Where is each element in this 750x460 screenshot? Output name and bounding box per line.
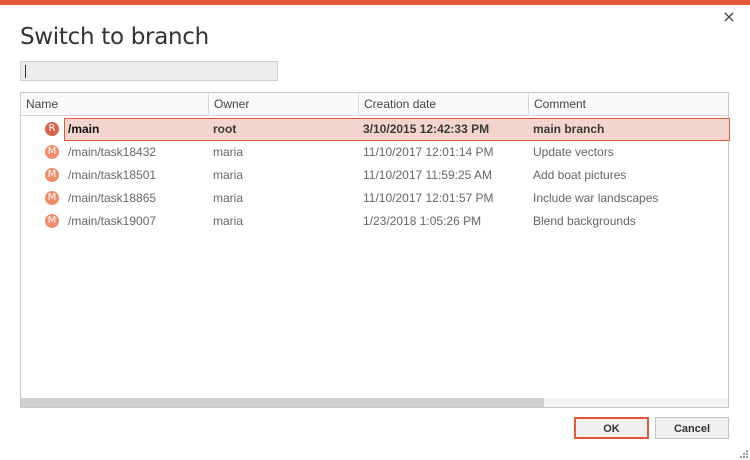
creation-date-cell: 1/23/2018 1:05:26 PM	[363, 214, 482, 228]
branch-name-cell: /main	[68, 122, 100, 136]
user-avatar-icon: M	[45, 145, 59, 159]
branch-name-cell: /main/task18501	[68, 168, 157, 182]
branch-table: Name Owner Creation date Comment R/main r…	[20, 92, 730, 408]
table-row[interactable]: M/main/task18432 maria 11/10/2017 12:01:14…	[21, 141, 728, 164]
column-header-creation-date[interactable]: Creation date	[359, 93, 529, 115]
text-caret	[25, 65, 26, 78]
table-row[interactable]: M/main/task18865 maria 11/10/2017 12:01:57…	[21, 187, 728, 210]
creation-date-cell: 11/10/2017 12:01:57 PM	[363, 191, 494, 205]
owner-cell: root	[213, 122, 237, 136]
column-header-owner[interactable]: Owner	[209, 93, 359, 115]
branch-name-cell: /main/task19007	[68, 214, 157, 228]
comment-cell: Update vectors	[533, 145, 614, 159]
cancel-button[interactable]: Cancel	[655, 417, 729, 439]
owner-cell: maria	[213, 214, 244, 228]
window-accent-bar	[0, 0, 750, 5]
creation-date-cell: 11/10/2017 12:01:14 PM	[363, 145, 494, 159]
user-avatar-icon: M	[45, 191, 59, 205]
horizontal-scrollbar-thumb[interactable]	[21, 398, 544, 407]
user-avatar-icon: R	[45, 122, 59, 136]
creation-date-cell: 3/10/2015 12:42:33 PM	[363, 122, 490, 136]
column-header-comment[interactable]: Comment	[529, 93, 728, 115]
branch-name-cell: /main/task18865	[68, 191, 157, 205]
ok-button[interactable]: OK	[574, 417, 649, 439]
owner-cell: maria	[213, 191, 244, 205]
table-row[interactable]: M/main/task18501 maria 11/10/2017 11:59:25…	[21, 164, 728, 187]
close-icon[interactable]: ×	[722, 9, 736, 25]
branch-search-input[interactable]	[20, 61, 278, 81]
column-header-name[interactable]: Name	[21, 93, 209, 115]
horizontal-scrollbar[interactable]	[21, 398, 728, 407]
resize-grip-icon[interactable]	[738, 448, 748, 458]
comment-cell: Add boat pictures	[533, 168, 627, 182]
user-avatar-icon: M	[45, 214, 59, 228]
comment-cell: Blend backgrounds	[533, 214, 636, 228]
creation-date-cell: 11/10/2017 11:59:25 AM	[363, 168, 492, 182]
table-header: Name Owner Creation date Comment	[21, 93, 728, 116]
owner-cell: maria	[213, 168, 244, 182]
comment-cell: main branch	[533, 122, 605, 136]
comment-cell: Include war landscapes	[533, 191, 659, 205]
table-row[interactable]: R/main root 3/10/2015 12:42:33 PM main bran…	[21, 118, 730, 141]
user-avatar-icon: M	[45, 168, 59, 182]
table-row[interactable]: M/main/task19007 maria 1/23/2018 1:05:26 P…	[21, 210, 728, 233]
branch-name-cell: /main/task18432	[68, 145, 157, 159]
dialog-title: Switch to branch	[20, 24, 209, 50]
owner-cell: maria	[213, 145, 244, 159]
